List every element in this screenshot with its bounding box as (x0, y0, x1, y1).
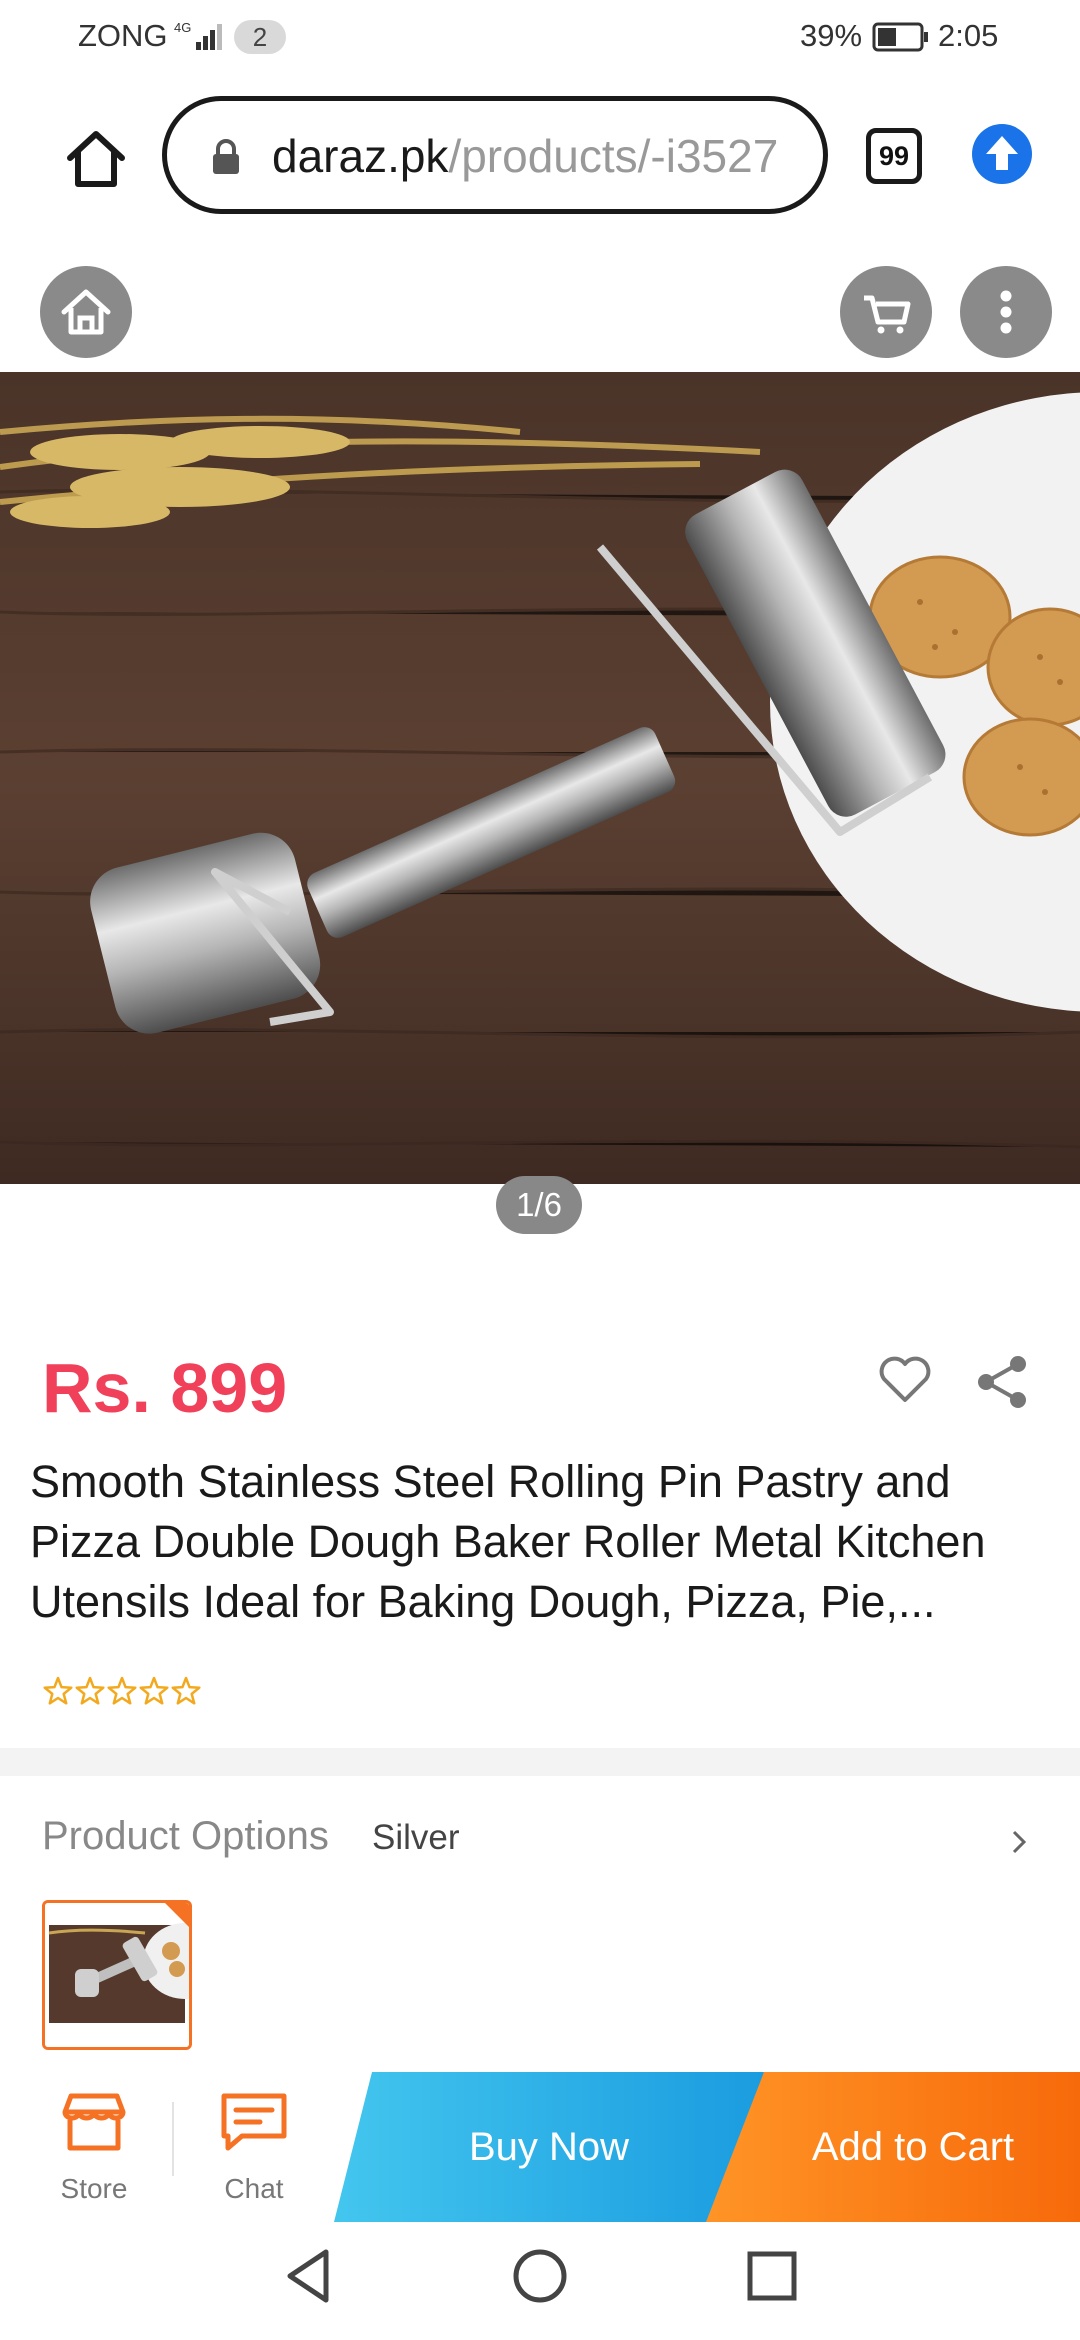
product-title: Smooth Stainless Steel Rolling Pin Pastr… (30, 1456, 986, 1627)
status-bar: ZONG 4G 2 39% 2:05 (0, 0, 1080, 72)
home-icon (61, 289, 111, 335)
browser-toolbar: daraz.pk/products/-i3527 99 (0, 72, 1080, 242)
product-options-label[interactable]: Product Options (42, 1814, 329, 1859)
more-options-button[interactable] (960, 266, 1052, 358)
battery-icon (872, 22, 930, 57)
section-divider (0, 1748, 1080, 1776)
buy-now-button[interactable]: Buy Now (334, 2072, 764, 2222)
share-button[interactable] (972, 1352, 1032, 1417)
address-bar[interactable]: daraz.pk/products/-i3527 (162, 96, 828, 214)
star-icon (139, 1676, 169, 1705)
more-vert-icon (1000, 290, 1012, 334)
carrier-name: ZONG (78, 18, 168, 53)
rating-stars (42, 1674, 212, 1715)
wishlist-button[interactable] (876, 1354, 934, 1411)
add-to-cart-button[interactable]: Add to Cart (706, 2072, 1080, 2222)
upload-arrow-icon (986, 136, 1018, 170)
store-label: Store (60, 2173, 128, 2204)
clock: 2:05 (938, 18, 999, 53)
product-options-value[interactable]: Silver (372, 1818, 460, 1858)
product-image[interactable] (0, 372, 1080, 1184)
battery-percent: 39% (800, 18, 863, 53)
tabs-button[interactable]: 99 (866, 128, 922, 184)
url-domain: daraz.pk (272, 130, 449, 182)
store-home-button[interactable] (40, 266, 132, 358)
upload-button[interactable] (972, 124, 1032, 184)
url-text: daraz.pk/products/-i3527 (272, 129, 778, 183)
chat-button[interactable]: Chat (200, 2090, 308, 2205)
image-counter: 1/6 (496, 1176, 582, 1234)
network-type: 4G (174, 20, 191, 35)
store-icon (62, 2093, 126, 2151)
star-icon (107, 1676, 137, 1705)
share-icon (978, 1356, 1026, 1408)
sim-badge: 2 (234, 20, 286, 54)
option-thumbnail[interactable] (42, 1900, 192, 2050)
browser-home-button[interactable] (60, 122, 132, 194)
signal-icon: 4G (174, 18, 228, 59)
product-price: Rs. 899 (42, 1349, 288, 1427)
star-icon (43, 1676, 73, 1705)
system-nav-bar (0, 2222, 1080, 2340)
option-thumbnail-image (45, 1903, 189, 2047)
url-path: /products/-i3527 (448, 130, 779, 182)
store-button[interactable]: Store (40, 2090, 148, 2205)
home-icon (67, 131, 125, 187)
lock-icon (209, 137, 243, 182)
chat-icon (221, 2093, 287, 2151)
cart-icon (864, 295, 911, 334)
product-photo (0, 372, 1080, 1184)
page-overlay-actions (0, 266, 1080, 360)
back-icon[interactable] (280, 2244, 340, 2308)
star-icon (75, 1676, 105, 1705)
cart-button[interactable] (840, 266, 932, 358)
recents-icon[interactable] (740, 2244, 804, 2308)
heart-icon (879, 1356, 931, 1402)
chat-label: Chat (224, 2173, 284, 2204)
action-bar: Store Chat Buy Now Add to Cart (0, 2072, 1080, 2222)
chevron-right-icon[interactable] (1008, 1822, 1032, 1867)
star-icon (171, 1676, 201, 1705)
home-nav-icon[interactable] (508, 2244, 572, 2308)
action-separator (172, 2102, 174, 2176)
